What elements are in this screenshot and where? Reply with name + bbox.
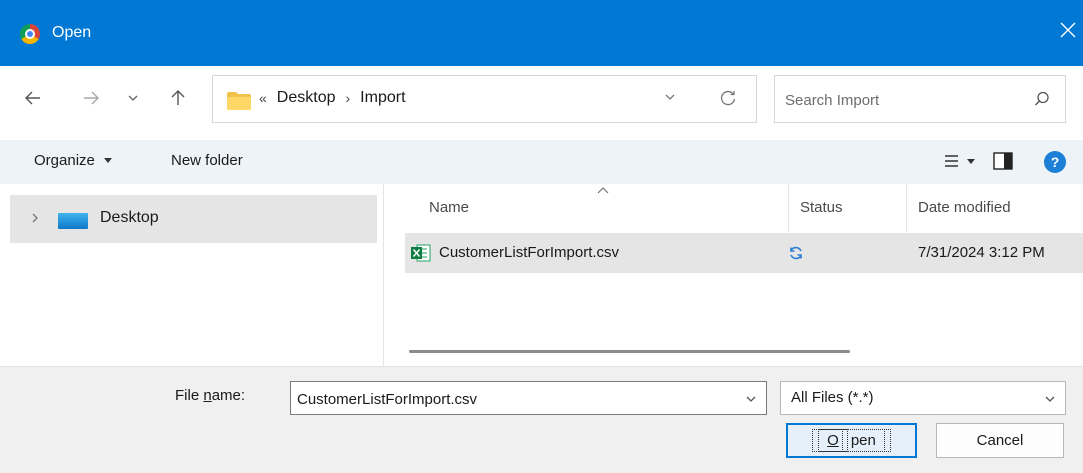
dialog-footer: File name: All Files (*.*) Open Cancel xyxy=(0,366,1083,473)
organize-label: Organize xyxy=(34,152,95,169)
desktop-icon xyxy=(58,213,88,229)
navigation-pane: Desktop xyxy=(0,184,384,366)
forward-button[interactable] xyxy=(76,83,106,113)
refresh-icon xyxy=(720,90,736,106)
chevron-down-icon[interactable] xyxy=(744,392,758,406)
close-icon xyxy=(1060,22,1076,38)
close-button[interactable] xyxy=(1057,19,1079,41)
nav-item-label: Desktop xyxy=(100,209,159,226)
recent-locations-button[interactable] xyxy=(118,83,148,113)
window-title: Open xyxy=(52,24,92,41)
arrow-up-icon xyxy=(171,90,185,105)
chevron-down-icon xyxy=(128,95,138,101)
table-row[interactable]: CustomerListForImport.csv 7/31/2024 3:12… xyxy=(405,233,1083,273)
new-folder-button[interactable]: New folder xyxy=(171,152,243,169)
breadcrumb-separator: › xyxy=(345,90,351,106)
list-view-icon xyxy=(945,155,975,167)
breadcrumb: « Desktop › Import xyxy=(259,89,406,107)
organize-button[interactable]: Organize xyxy=(34,152,113,169)
file-name-input[interactable] xyxy=(297,388,717,410)
column-divider[interactable] xyxy=(906,184,907,232)
search-box[interactable] xyxy=(774,75,1066,123)
preview-pane-button[interactable] xyxy=(993,152,1013,174)
sync-icon xyxy=(790,246,802,260)
arrow-right-icon xyxy=(84,91,99,105)
chevron-down-icon xyxy=(665,94,675,100)
address-bar[interactable]: « Desktop › Import xyxy=(212,75,757,123)
file-list: Name Status Date modified CustomerListFo… xyxy=(385,184,1083,366)
chrome-icon xyxy=(20,24,40,44)
file-type-select[interactable]: All Files (*.*) xyxy=(780,381,1066,415)
file-name-combobox[interactable] xyxy=(290,381,767,415)
help-icon[interactable]: ? xyxy=(1044,151,1066,173)
column-divider[interactable] xyxy=(788,184,789,232)
file-type-value: All Files (*.*) xyxy=(791,389,874,406)
preview-pane-icon xyxy=(993,152,1013,170)
file-name-label: File name: xyxy=(175,387,246,404)
change-view-button[interactable] xyxy=(944,151,978,175)
address-dropdown-button[interactable] xyxy=(663,90,677,108)
nav-item-desktop[interactable]: Desktop xyxy=(10,195,377,243)
search-icon[interactable] xyxy=(1033,90,1051,108)
open-button[interactable]: Open xyxy=(786,423,917,458)
up-button[interactable] xyxy=(163,83,193,113)
breadcrumb-overflow[interactable]: « xyxy=(259,90,267,106)
arrow-left-icon xyxy=(25,91,40,105)
refresh-button[interactable] xyxy=(718,88,738,112)
cancel-button[interactable]: Cancel xyxy=(936,423,1064,458)
title-bar: Open xyxy=(0,0,1083,66)
command-bar: Organize New folder ? xyxy=(0,140,1083,184)
breadcrumb-desktop[interactable]: Desktop xyxy=(277,89,336,107)
breadcrumb-import[interactable]: Import xyxy=(360,89,405,107)
chevron-down-icon[interactable] xyxy=(1043,392,1057,406)
file-date-modified: 7/31/2024 3:12 PM xyxy=(918,244,1045,261)
horizontal-scrollbar[interactable] xyxy=(409,350,850,353)
folder-icon xyxy=(227,92,251,110)
chevron-right-icon[interactable] xyxy=(28,211,42,225)
search-input[interactable] xyxy=(785,88,1015,112)
back-button[interactable] xyxy=(18,83,48,113)
sort-ascending-icon xyxy=(597,187,609,194)
excel-csv-icon xyxy=(411,244,431,262)
file-name: CustomerListForImport.csv xyxy=(439,244,620,261)
caret-down-icon xyxy=(104,158,113,163)
